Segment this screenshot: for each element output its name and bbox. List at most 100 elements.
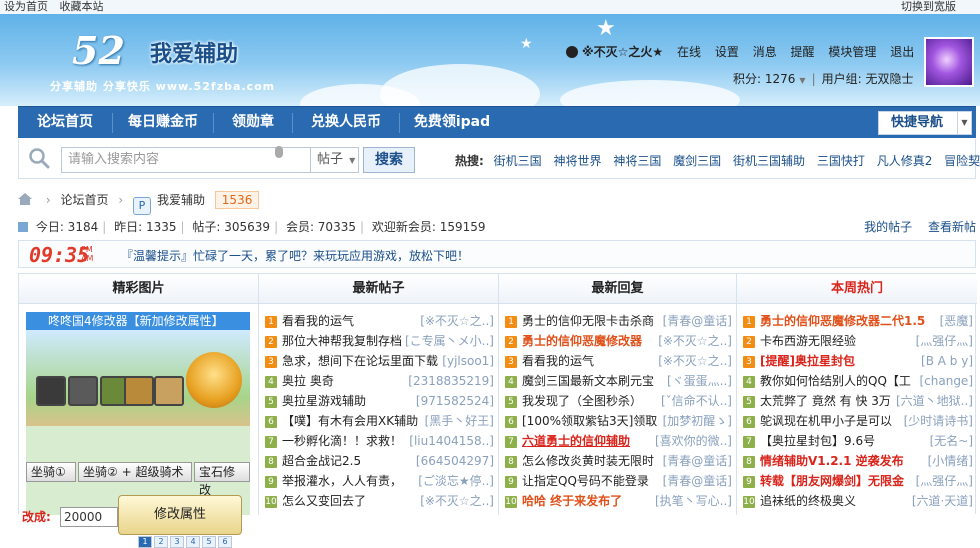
post-author[interactable]: [971582524] [416, 391, 494, 411]
post-title[interactable]: [100%领取紫钻3天]领取 [522, 414, 657, 428]
post-author[interactable]: [少时请诗书] [904, 411, 973, 431]
post-title[interactable]: 超合金战记2.5 [282, 454, 361, 468]
list-item[interactable]: 2 勇士的信仰恶魔修改器 [※不灭☆之..] [505, 331, 736, 351]
post-title[interactable]: 看看我的运气 [522, 354, 594, 368]
list-item[interactable]: 8 情绪辅助V1.2.1 逆袭发布 [小情绪] [743, 451, 977, 471]
list-item[interactable]: 2 那位大神帮我复制存档 [こ专属丶メ小..] [265, 331, 498, 351]
list-item[interactable]: 8 怎么修改炎黄时装无限时 [青春@童话] [505, 451, 736, 471]
notice-message[interactable]: 『温馨提示』忙碌了一天，累了吧？来玩玩应用游戏，放松下吧！ [121, 247, 469, 264]
list-item[interactable]: 10 怎么又变回去了 [※不灭☆之..] [265, 491, 498, 511]
user-group[interactable]: 用户组: 无双隐士 [822, 72, 914, 86]
post-title[interactable]: 六道勇士的信仰辅助 [522, 434, 630, 448]
post-title[interactable]: 举报灌水，人人有责， [282, 474, 402, 488]
post-title[interactable]: 教你如何恰结别人的QQ【工 [760, 374, 911, 388]
list-item[interactable]: 7 【奥拉星封包】9.6号 [无名~] [743, 431, 977, 451]
post-author[interactable]: [yjlsoo1] [442, 351, 494, 371]
hot-term[interactable]: 街机三国 [494, 154, 542, 168]
post-title[interactable]: 鸵讽现在机甲小子是可以 [760, 414, 892, 428]
post-title[interactable]: 转载【朋友网爆剑】无限金 [760, 474, 904, 488]
featured-picture[interactable]: 咚咚国4修改器【新加修改属性】 坐骑① 坐骑② + 超级骑术 宝石修改 改成: … [22, 312, 250, 548]
skill-button[interactable]: 坐骑① [26, 462, 76, 482]
search-input[interactable]: 请输入搜索内容 [61, 147, 311, 173]
list-item[interactable]: 1 看看我的运气 [※不灭☆之..] [265, 311, 498, 331]
post-author[interactable]: [change] [919, 371, 973, 391]
quick-nav-button[interactable]: 快捷导航 ▼ [878, 111, 972, 135]
search-category-select[interactable]: 帖子 ▼ [311, 147, 359, 173]
breadcrumb-forum[interactable]: 我爱辅助 [157, 193, 205, 207]
list-item[interactable]: 1 勇士的信仰恶魔修改器二代1.5 [恶魔] [743, 311, 977, 331]
post-author[interactable]: [黑手丶好王] [425, 411, 494, 431]
post-author[interactable]: [青春@童话] [663, 471, 732, 491]
list-item[interactable]: 4 教你如何恰结别人的QQ【工 [change] [743, 371, 977, 391]
set-home-link[interactable]: 设为首页 [4, 0, 48, 13]
post-title[interactable]: 追袜纸的终极奥义 [760, 494, 856, 508]
post-title[interactable]: 勇士的信仰无限卡击杀商 [522, 314, 654, 328]
post-title[interactable]: 魔剑三国最新文本刷元宝 [522, 374, 654, 388]
points-link[interactable]: 积分: 1276 [733, 72, 795, 86]
list-item[interactable]: 9 举报灌水，人人有责， [ご淡忘★停..] [265, 471, 498, 491]
post-title[interactable]: 勇士的信仰恶魔修改器 [522, 334, 642, 348]
username[interactable]: ※不灭☆之火★ [582, 45, 663, 59]
list-item[interactable]: 10 追袜纸的终极奥义 [六道·天道] [743, 491, 977, 511]
post-author[interactable]: [小情绪] [928, 451, 973, 471]
logo-number[interactable]: 52 [72, 28, 125, 73]
module-manage-link[interactable]: 模块管理 [828, 45, 876, 59]
post-title[interactable]: 急求，想间下在论坛里面下载 [282, 354, 438, 368]
logo-name[interactable]: 我爱辅助 [150, 36, 238, 68]
post-title[interactable]: 我发现了（全图秒杀） [522, 394, 642, 408]
post-title[interactable]: 卡布西游无限经验 [760, 334, 856, 348]
hot-term[interactable]: 凡人修真2 [877, 154, 933, 168]
logout-link[interactable]: 退出 [890, 45, 914, 59]
post-author[interactable]: [664504297] [416, 451, 494, 471]
hot-term[interactable]: 街机三国辅助 [733, 154, 805, 168]
post-title[interactable]: 奥拉星游戏辅助 [282, 394, 366, 408]
list-item[interactable]: 1 勇士的信仰无限卡击杀商 [青春@童话] [505, 311, 736, 331]
pager-dot[interactable]: 3 [170, 536, 184, 548]
skill-button[interactable]: 坐骑② + 超级骑术 [78, 462, 192, 482]
post-author[interactable]: [六道丶地狱..] [896, 391, 973, 411]
post-author[interactable]: [加梦初醒ゝ] [663, 411, 732, 431]
list-item[interactable]: 6 【噗】有木有会用XK辅助 [黑手丶好王] [265, 411, 498, 431]
post-author[interactable]: [青春@童话] [663, 451, 732, 471]
post-title[interactable]: 怎么又变回去了 [282, 494, 366, 508]
modify-attributes-button[interactable]: 修改属性 [118, 495, 242, 535]
post-title[interactable]: 让指定QQ号码不能登录 [522, 474, 649, 488]
hot-term[interactable]: 神将三国 [613, 154, 661, 168]
list-item[interactable]: 10 哈哈 终于来发布了 [执笔丶写心..] [505, 491, 736, 511]
post-title[interactable]: 奥拉 奥奇 [282, 374, 334, 388]
list-item[interactable]: 5 我发现了（全图秒杀） [ˇ信命不认..] [505, 391, 736, 411]
post-title[interactable]: 勇士的信仰恶魔修改器二代1.5 [760, 314, 925, 328]
gold-input[interactable]: 20000 [60, 507, 118, 527]
list-item[interactable]: 9 转载【朋友网爆剑】无限金 [灬强仔灬] [743, 471, 977, 491]
list-item[interactable]: 4 魔剑三国最新文本刷元宝 [ヾ蛋蛋灬..] [505, 371, 736, 391]
messages-link[interactable]: 消息 [753, 45, 777, 59]
post-author[interactable]: [灬强仔灬] [916, 471, 973, 491]
switch-width-link[interactable]: 切换到宽版 [901, 0, 956, 13]
post-title[interactable]: 怎么修改炎黄时装无限时 [522, 454, 654, 468]
bookmark-link[interactable]: 收藏本站 [60, 0, 104, 13]
hot-term[interactable]: 三国快打 [817, 154, 865, 168]
pager-dot[interactable]: 5 [202, 536, 216, 548]
hot-term[interactable]: 神将世界 [553, 154, 601, 168]
my-posts-link[interactable]: 我的帖子 [864, 220, 912, 234]
post-title[interactable]: [提醒]奥拉星封包 [760, 354, 855, 368]
hot-term[interactable]: 冒险契约 [944, 154, 980, 168]
list-item[interactable]: 2 卡布西游无限经验 [灬强仔灬] [743, 331, 977, 351]
post-author[interactable]: [恶魔] [940, 311, 973, 331]
chevron-down-icon[interactable]: ▼ [799, 76, 805, 85]
stat-welcome[interactable]: 欢迎新会员: 159159 [372, 220, 486, 234]
skill-button[interactable]: 宝石修改 [194, 462, 250, 497]
post-author[interactable]: [※不灭☆之..] [658, 331, 732, 351]
post-author[interactable]: [青春@童话] [663, 311, 732, 331]
post-author[interactable]: [无名~] [930, 431, 973, 451]
nav-item-daily-gold[interactable]: 每日赚金币 [113, 107, 213, 139]
avatar[interactable] [924, 37, 974, 87]
list-item[interactable]: 3 看看我的运气 [※不灭☆之..] [505, 351, 736, 371]
home-icon[interactable] [18, 193, 32, 205]
pager-dot[interactable]: 1 [138, 536, 152, 548]
microphone-icon[interactable] [275, 146, 283, 158]
post-author[interactable]: [※不灭☆之..] [420, 491, 494, 511]
nav-item-medals[interactable]: 领勋章 [214, 107, 292, 139]
pager-dot[interactable]: 4 [186, 536, 200, 548]
post-author[interactable]: [ヾ蛋蛋灬..] [667, 371, 732, 391]
